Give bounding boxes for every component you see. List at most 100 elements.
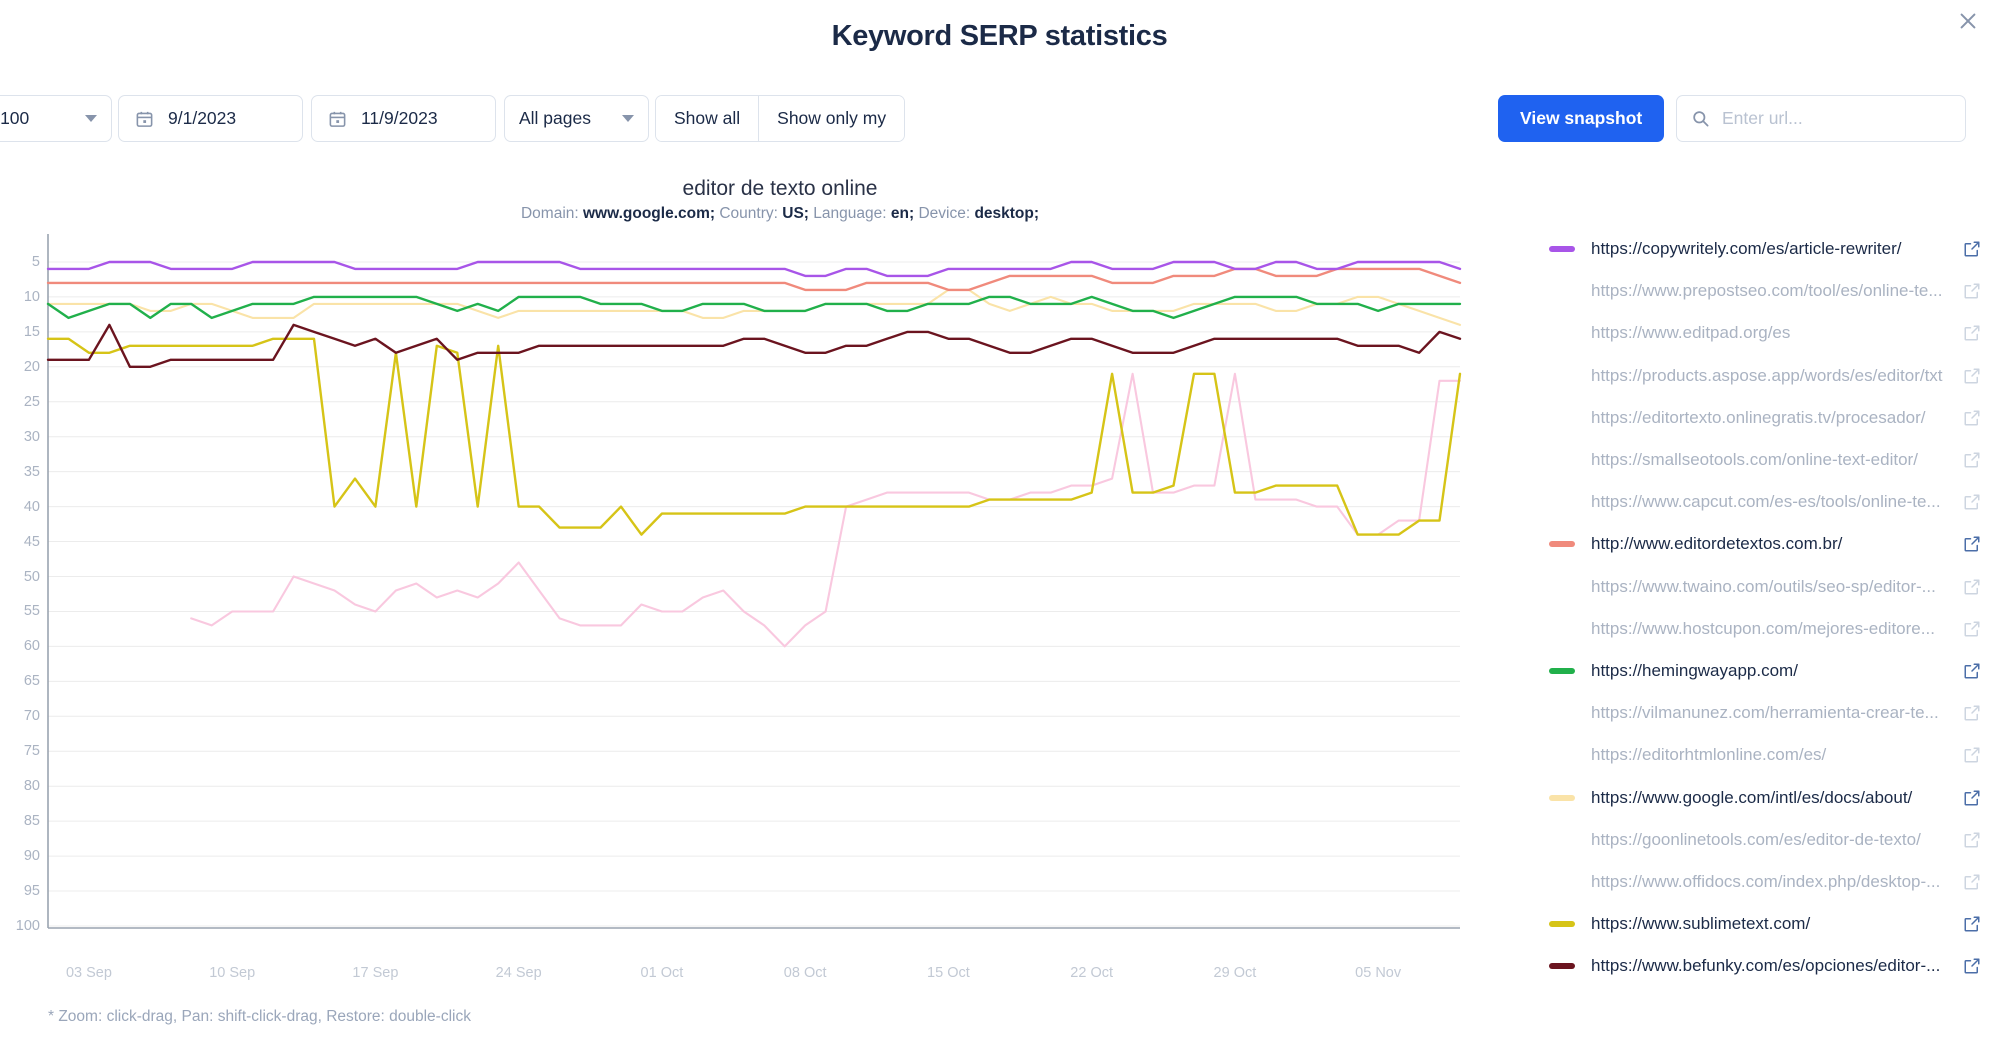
legend-item[interactable]: https://www.prepostseo.com/tool/es/onlin… (1520, 270, 1999, 312)
date-from-field[interactable]: 9/1/2023 (118, 95, 303, 142)
chart-line-series (46, 260, 1462, 278)
close-icon[interactable] (1947, 0, 1989, 42)
legend-item[interactable]: https://hotmart.com/es/blog/editor-de-te… (1520, 987, 1999, 998)
legend-item[interactable]: https://hemingwayapp.com/ (1520, 650, 1999, 692)
y-axis-tick-label: 20 (23, 358, 40, 375)
legend-color-swatch (1549, 921, 1575, 928)
legend-color-swatch (1549, 246, 1575, 253)
date-from-value: 9/1/2023 (168, 108, 237, 128)
show-only-my-button[interactable]: Show only my (759, 96, 905, 141)
series-legend[interactable]: https://copywritely.com/es/article-rewri… (1520, 228, 1999, 998)
chart-subtitle: Domain: www.google.com; Country: US; Lan… (40, 205, 1520, 223)
calendar-icon (135, 109, 154, 129)
pages-select[interactable]: All pages (504, 95, 649, 142)
legend-item-label: https://www.offidocs.com/index.php/deskt… (1591, 871, 1941, 891)
legend-item[interactable]: http://www.editordetextos.com.br/ (1520, 523, 1999, 565)
external-link-icon[interactable] (1963, 831, 1981, 849)
show-all-button[interactable]: Show all (656, 96, 759, 141)
legend-item[interactable]: https://www.sublimetext.com/ (1520, 903, 1999, 945)
external-link-icon[interactable] (1963, 704, 1981, 722)
view-snapshot-button[interactable]: View snapshot (1498, 95, 1665, 142)
show-toggle-group: Show all Show only my (655, 95, 906, 142)
legend-color-swatch (1549, 499, 1575, 505)
legend-color-swatch (1549, 373, 1575, 379)
external-link-icon[interactable] (1963, 535, 1981, 553)
external-link-icon[interactable] (1963, 367, 1981, 385)
external-link-icon[interactable] (1963, 578, 1981, 596)
legend-item[interactable]: https://www.twaino.com/outils/seo-sp/edi… (1520, 566, 1999, 608)
legend-item[interactable]: https://www.editpad.org/es (1520, 312, 1999, 354)
external-link-icon[interactable] (1963, 789, 1981, 807)
legend-item[interactable]: https://vilmanunez.com/herramienta-crear… (1520, 692, 1999, 734)
x-axis-tick-label: 22 Oct (1070, 965, 1113, 981)
country-label: Country: (719, 205, 778, 222)
y-axis-tick-label: 10 (23, 288, 40, 305)
serp-position-chart[interactable]: 5 10 15 20 25 30 35 40 45 50 55 60 65 70 75 80 85 90 95 100 (0, 228, 1520, 968)
legend-item[interactable]: https://copywritely.com/es/article-rewri… (1520, 228, 1999, 270)
top-select[interactable]: Top 100 (0, 95, 112, 142)
legend-item[interactable]: https://www.offidocs.com/index.php/deskt… (1520, 861, 1999, 903)
legend-item-label: https://www.google.com/intl/es/docs/abou… (1591, 787, 1913, 807)
legend-item[interactable]: https://www.befunky.com/es/opciones/edit… (1520, 945, 1999, 987)
external-link-icon[interactable] (1963, 957, 1981, 975)
external-link-icon[interactable] (1963, 240, 1981, 258)
y-axis-tick-label: 50 (23, 568, 40, 585)
x-axis-tick-label: 29 Oct (1213, 965, 1257, 981)
y-axis-tick-label: 100 (15, 918, 40, 934)
external-link-icon[interactable] (1963, 324, 1981, 342)
language-value: en; (890, 205, 915, 222)
external-link-icon[interactable] (1963, 746, 1981, 764)
search-input[interactable] (1720, 107, 1951, 130)
country-value: US; (782, 205, 809, 222)
legend-color-swatch (1549, 415, 1575, 421)
external-link-icon[interactable] (1963, 915, 1981, 933)
external-link-icon[interactable] (1963, 282, 1981, 300)
legend-item[interactable]: https://goonlinetools.com/es/editor-de-t… (1520, 819, 1999, 861)
legend-item-label: https://www.befunky.com/es/opciones/edit… (1591, 956, 1941, 976)
external-link-icon[interactable] (1963, 409, 1981, 427)
legend-item[interactable]: https://smallseotools.com/online-text-ed… (1520, 439, 1999, 481)
x-axis-tick-label: 10 Sep (209, 965, 256, 981)
pages-select-label: All pages (519, 108, 591, 128)
legend-item-label: https://products.aspose.app/words/es/edi… (1591, 365, 1943, 385)
legend-item-label: https://editortexto.onlinegratis.tv/proc… (1591, 407, 1926, 427)
external-link-icon[interactable] (1963, 873, 1981, 891)
legend-item-label: https://www.twaino.com/outils/seo-sp/edi… (1591, 576, 1936, 596)
legend-item[interactable]: https://www.google.com/intl/es/docs/abou… (1520, 776, 1999, 818)
external-link-icon[interactable] (1963, 620, 1981, 638)
legend-item-label: https://smallseotools.com/online-text-ed… (1591, 450, 1918, 470)
chart-line-series (190, 372, 1462, 648)
y-axis-tick-label: 75 (23, 743, 40, 760)
x-axis-tick-label: 05 Nov (1355, 965, 1402, 981)
y-axis-tick-label: 90 (23, 848, 40, 865)
legend-color-swatch (1549, 626, 1575, 632)
legend-item[interactable]: https://products.aspose.app/words/es/edi… (1520, 355, 1999, 397)
external-link-icon[interactable] (1963, 493, 1981, 511)
y-axis-tick-label: 55 (23, 603, 40, 620)
external-link-icon[interactable] (1963, 451, 1981, 469)
url-search-box[interactable] (1676, 95, 1966, 142)
y-axis-tick-label: 60 (23, 638, 40, 655)
legend-item[interactable]: https://www.hostcupon.com/mejores-editor… (1520, 608, 1999, 650)
y-axis-tick-label: 95 (23, 883, 40, 900)
date-to-field[interactable]: 11/9/2023 (311, 95, 496, 142)
legend-item[interactable]: https://www.capcut.com/es-es/tools/onlin… (1520, 481, 1999, 523)
x-axis-tick-label: 17 Sep (352, 965, 399, 981)
top-select-label: Top 100 (0, 108, 30, 128)
legend-item[interactable]: https://editortexto.onlinegratis.tv/proc… (1520, 397, 1999, 439)
legend-item[interactable]: https://editorhtmlonline.com/es/ (1520, 734, 1999, 776)
y-axis-tick-label: 85 (23, 813, 40, 830)
serp-statistics-modal: Keyword SERP statistics Top 100 9/1/2023 (0, 0, 1999, 1038)
legend-color-swatch (1549, 963, 1575, 970)
y-axis-tick-label: 25 (23, 393, 40, 410)
external-link-icon[interactable] (1963, 662, 1981, 680)
filters-toolbar: Top 100 9/1/2023 11/9/2023 (0, 95, 1999, 151)
y-axis-tick-label: 35 (23, 463, 40, 480)
legend-color-swatch (1549, 879, 1575, 885)
y-axis-tick-label: 70 (23, 708, 40, 725)
chart-line-series (46, 267, 1462, 292)
page-title: Keyword SERP statistics (831, 20, 1168, 52)
date-to-value: 11/9/2023 (361, 108, 438, 128)
legend-item-label: https://www.editpad.org/es (1591, 323, 1791, 343)
legend-color-swatch (1549, 837, 1575, 843)
